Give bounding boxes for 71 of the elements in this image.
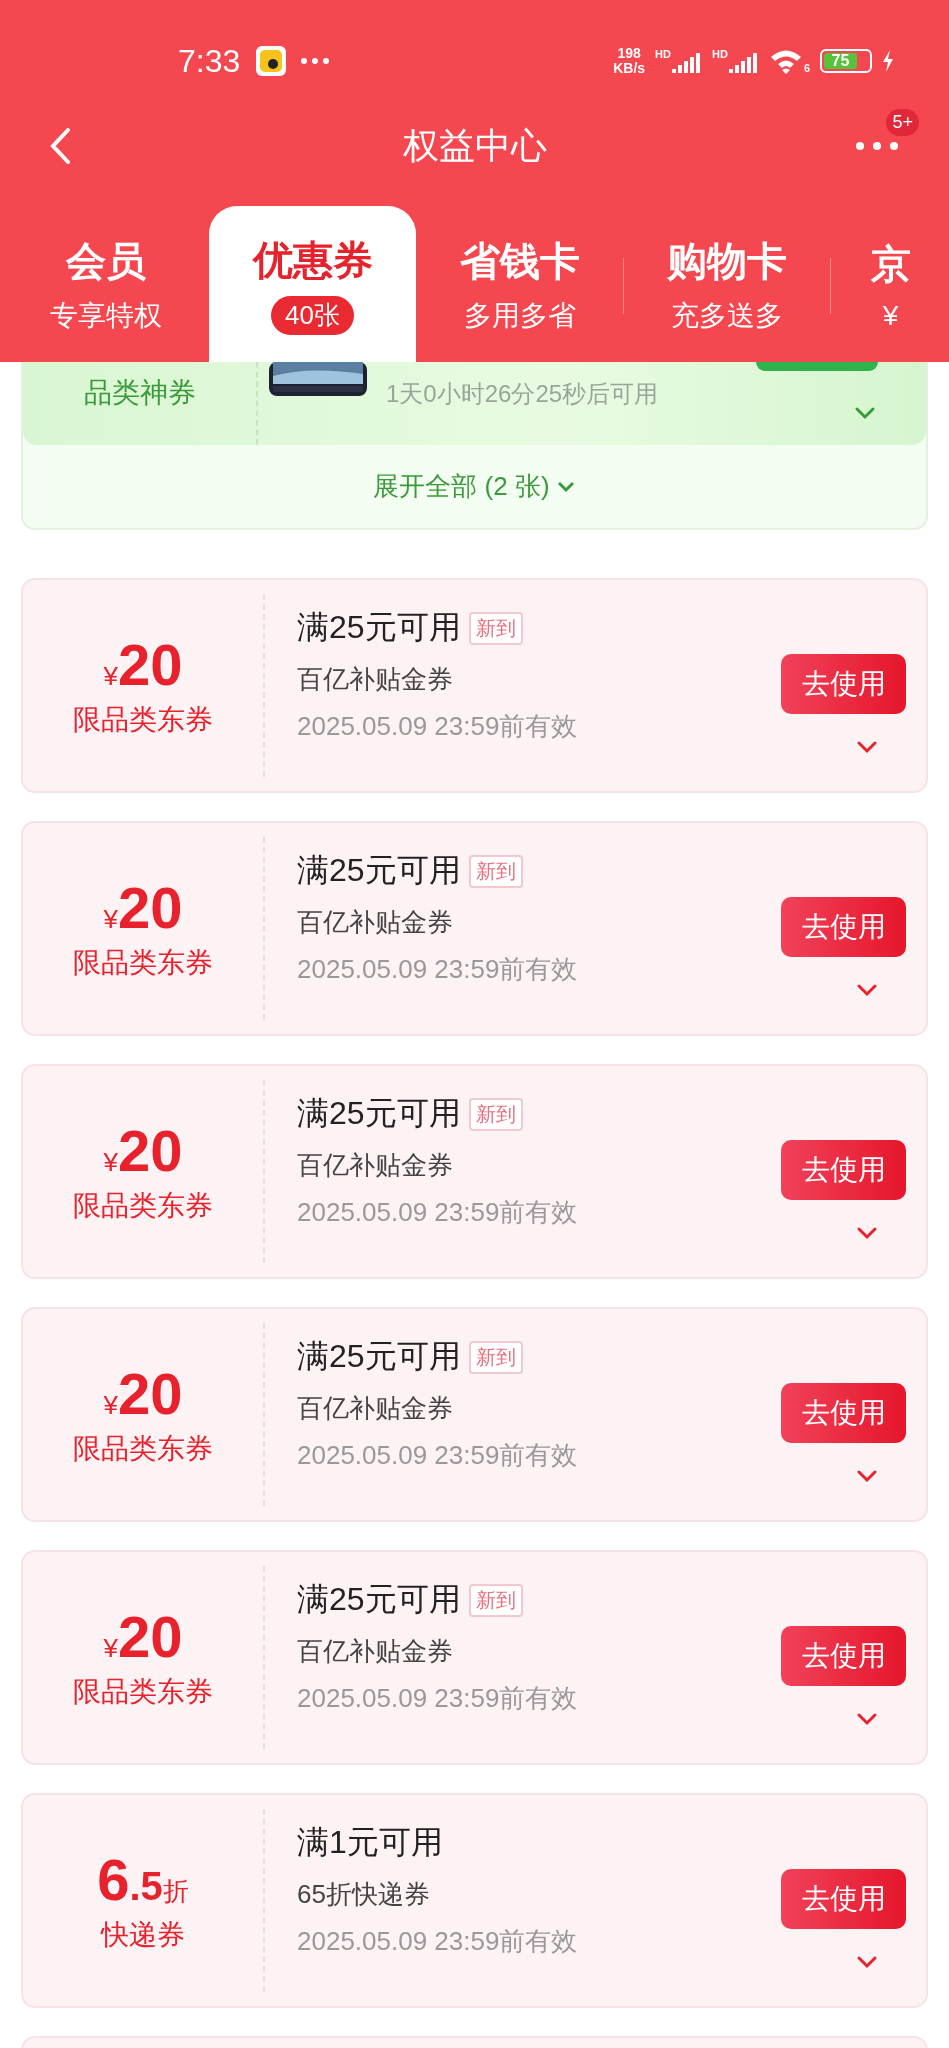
expand-icon[interactable] (856, 1226, 878, 1240)
coupon-condition: 满1元可用 (297, 1823, 443, 1862)
coupon-category: 限品类东券 (73, 1674, 213, 1709)
chevron-down-icon (555, 480, 576, 493)
coupon-amount: ¥20 (103, 1361, 183, 1426)
coupon-validity: 2025.05.09 23:59前有效 (297, 953, 578, 986)
page-title: 权益中心 (402, 123, 547, 168)
coupon-category: 限品类东券 (73, 945, 213, 980)
expand-icon[interactable] (856, 983, 878, 997)
more-icon[interactable] (855, 141, 899, 151)
expand-icon[interactable] (856, 740, 878, 754)
count-badge: 40张 (271, 296, 354, 335)
coupon-discount: 6.5折 (97, 1847, 189, 1912)
coupon-validity: 2025.05.09 23:59前有效 (297, 1925, 578, 1958)
use-button[interactable]: 去使用 (781, 654, 906, 714)
coupon-condition: 满25元可用 (297, 851, 461, 890)
tab[interactable]: 省钱卡 多用多省 (416, 206, 623, 362)
tab[interactable]: 优惠券 40张 (209, 206, 416, 362)
coupon-amount: ¥20 (103, 1604, 183, 1669)
coupon-category: 限品类东券 (73, 1188, 213, 1223)
app-icon (256, 46, 287, 76)
coupon-category: 限品类东券 (73, 1431, 213, 1466)
coupon-category: 限品类东券 (73, 702, 213, 737)
use-button[interactable]: 去使用 (781, 1383, 906, 1443)
coupon-condition: 满25元可用 (297, 608, 461, 647)
coupon-name: 百亿补贴金券 (297, 906, 453, 939)
tab[interactable]: 购物卡 充多送多 (623, 206, 830, 362)
new-tag: 新到 (468, 1583, 523, 1617)
expand-icon[interactable] (854, 406, 876, 420)
coupon-amount: ¥20 (103, 632, 183, 697)
charging-icon (882, 50, 894, 72)
new-tag: 新到 (468, 611, 523, 645)
network-label: HD (712, 49, 728, 60)
network-speed: 198 KB/s (613, 46, 646, 76)
use-button[interactable]: 去使用 (781, 897, 906, 957)
coupon-amount: ¥20 (103, 1118, 183, 1183)
coupon-name: 65折快递券 (297, 1878, 430, 1911)
use-button[interactable]: 去使用 (781, 1626, 906, 1686)
new-tag: 新到 (468, 854, 523, 888)
new-tag: 新到 (468, 1097, 523, 1131)
coupon-validity: 2025.05.09 23:59前有效 (297, 1439, 578, 1472)
wifi-label: 6 (803, 63, 810, 74)
countdown-text: 1天0小时26分25秒后可用 (386, 379, 659, 409)
coupon-condition: 满25元可用 (297, 1337, 461, 1376)
expand-all-button[interactable]: 展开全部 (2 张) (23, 445, 926, 528)
coupon-name: 百亿补贴金券 (297, 1149, 453, 1182)
coupon-category: 品类神券 (83, 376, 196, 410)
expand-icon[interactable] (856, 1712, 878, 1726)
coupon-validity: 2025.05.09 23:59前有效 (297, 1682, 578, 1715)
coupon-name: 百亿补贴金券 (297, 663, 453, 696)
network-label: HD (655, 49, 671, 60)
status-time: 7:33 (178, 42, 241, 80)
coupon-name: 百亿补贴金券 (297, 1392, 453, 1425)
coupon-condition: 满25元可用 (297, 1580, 461, 1619)
back-icon[interactable] (48, 126, 72, 166)
battery-icon: 75 (820, 49, 872, 73)
expand-icon[interactable] (856, 1469, 878, 1483)
expand-icon[interactable] (856, 1955, 878, 1969)
coupon-validity: 2025.05.09 23:59前有效 (297, 1196, 578, 1229)
use-button[interactable]: 去使用 (781, 1869, 906, 1929)
more-notifications-icon (300, 57, 331, 65)
coupon-amount: ¥20 (103, 875, 183, 940)
use-button[interactable]: 去使用 (781, 1140, 906, 1200)
notification-badge: 5+ (886, 109, 919, 136)
coupon-category: 快递券 (101, 1917, 185, 1952)
tab[interactable]: 京 ¥ (830, 206, 949, 362)
tab[interactable]: 会员 专享特权 (2, 206, 209, 362)
coupon-validity: 2025.05.09 23:59前有效 (297, 710, 578, 743)
coupon-condition: 满25元可用 (297, 1094, 461, 1133)
coupon-name: 百亿补贴金券 (297, 1635, 453, 1668)
new-tag: 新到 (468, 1340, 523, 1374)
